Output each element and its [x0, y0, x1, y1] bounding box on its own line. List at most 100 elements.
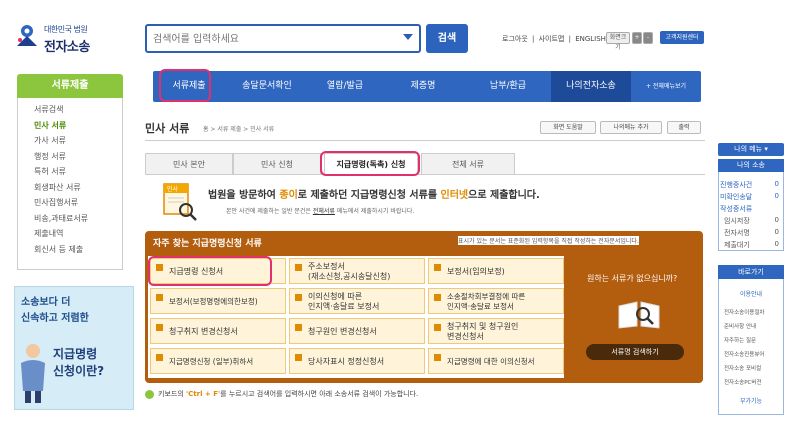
case-row-unconfirmed[interactable]: 미확인송달 0	[720, 192, 782, 202]
left-nav-item-bankruptcy[interactable]: 회생파산 서류	[34, 180, 122, 196]
edoc-icon	[156, 324, 163, 331]
page-title: 민사 서류	[145, 122, 190, 135]
nav-item-all-menu[interactable]: + 전체메뉴보기	[631, 71, 701, 102]
document-search-button[interactable]: 서류명 검색하기	[586, 344, 684, 360]
quick-link-viewer[interactable]: 전자소송진용뷰어	[724, 350, 764, 358]
left-nav-item-document-search[interactable]: 서류검색	[34, 102, 122, 118]
sitemap-link[interactable]: 사이트맵	[539, 35, 565, 43]
quick-link-prep[interactable]: 준비사항 안내	[724, 322, 756, 330]
payment-order-banner[interactable]: 소송보다 더 신속하고 저렴한 지급명령 신청이란?	[14, 286, 134, 410]
help-question: 원하는 서류가 없으십니까?	[587, 274, 678, 283]
edoc-icon	[434, 354, 441, 361]
customer-center-button[interactable]: 고객지원센터	[660, 31, 704, 44]
search-box	[145, 24, 421, 53]
font-minus-button[interactable]: -	[643, 32, 653, 44]
english-link[interactable]: ENGLISH	[575, 35, 606, 43]
search-button[interactable]: 검색	[426, 24, 468, 53]
quick-links-subtitle: 이용안내	[739, 291, 763, 298]
doc-litigation-referral-correction[interactable]: 소송절차회부결정에 따른 인지액·송달료 보정서	[428, 288, 564, 314]
doc-withdrawal[interactable]: 지급명령신청 (일부)취하서	[150, 348, 286, 374]
divider	[145, 174, 705, 175]
case-row-temp-saved[interactable]: 임시저장 0	[720, 216, 782, 226]
edoc-icon	[295, 324, 302, 331]
highlight-tab-payment-order	[320, 151, 420, 176]
notice-main-text: 법원을 방문하여 종이로 제출하던 지급명령신청 서류를 인터넷으로 제출합니다…	[208, 190, 540, 201]
doc-order-correction[interactable]: 보정서(보정명령에의한보정)	[150, 288, 286, 314]
left-nav-item-family[interactable]: 가사 서류	[34, 133, 122, 149]
case-row-e-signature[interactable]: 전자서명 0	[720, 228, 782, 238]
doc-claim-cause-change[interactable]: 청구원인 변경신청서	[289, 318, 425, 344]
nav-item-payment-refund[interactable]: 납부/환급	[465, 71, 551, 102]
banner-line1: 소송보다 더	[21, 297, 71, 308]
logo-subtitle: 대한민국 법원	[44, 25, 88, 34]
left-nav-list: 서류검색 민사 서류 가사 서류 행정 서류 특허 서류 회생파산 서류 민사집…	[17, 98, 123, 270]
tab-civil-application[interactable]: 민사 신청	[233, 153, 321, 174]
left-nav-item-non-contentious[interactable]: 비송,과태료서류	[34, 211, 122, 227]
doc-claim-purpose-cause-change[interactable]: 청구취지 및 청구원인 변경신청서	[428, 318, 564, 344]
logout-link[interactable]: 로그아웃	[502, 35, 528, 43]
person-illustration-icon	[21, 344, 45, 403]
left-nav-item-civil-execution[interactable]: 민사집행서류	[34, 195, 122, 211]
info-dot-icon	[145, 390, 154, 399]
doc-voluntary-correction[interactable]: 보정서(임의보정)	[428, 258, 564, 284]
edoc-icon	[295, 264, 302, 271]
all-documents-link[interactable]: 전체서류	[313, 208, 335, 215]
highlight-payment-order-doc	[148, 256, 272, 286]
quick-link-portal[interactable]: 전자소송 포비컬	[724, 364, 761, 372]
left-nav-item-administrative[interactable]: 행정 서류	[34, 149, 122, 165]
logo-title[interactable]: 전자소송	[44, 36, 90, 55]
nav-item-view-issue[interactable]: 열람/발급	[309, 71, 381, 102]
doc-party-correction[interactable]: 당사자표시 정정신청서	[289, 348, 425, 374]
separator: |	[568, 35, 571, 43]
search-input[interactable]	[153, 31, 393, 47]
left-nav-title[interactable]: 서류제출	[17, 74, 123, 98]
banner-title2: 신청이란?	[53, 364, 105, 378]
quick-links-title: 바로가기	[718, 265, 784, 279]
left-nav-item-submission-history[interactable]: 제출내역	[34, 226, 122, 242]
nav-item-delivery-check[interactable]: 송달문서확인	[225, 71, 309, 102]
left-nav-item-patent[interactable]: 특허 서류	[34, 164, 122, 180]
tab-civil-main[interactable]: 민사 본안	[145, 153, 233, 174]
add-my-menu-button[interactable]: 나의메뉴 추가	[600, 121, 662, 134]
main-nav: 서류제출 송달문서확인 열람/발급 제증명 납부/환급 나의전자소송 + 전체메…	[153, 71, 701, 102]
my-cases-title: 나의 소송	[718, 159, 784, 172]
my-menu-button[interactable]: 나의 메뉴 ▾	[718, 143, 784, 156]
extra-functions-subtitle: 부가기능	[739, 398, 763, 405]
edoc-icon	[156, 354, 163, 361]
doc-address-correction[interactable]: 주소보정서 (재소신청,공시송달신청)	[289, 258, 425, 284]
nav-item-certificates[interactable]: 제증명	[381, 71, 465, 102]
open-book-search-icon	[618, 301, 660, 329]
doc-objection-fee-correction[interactable]: 이의신청에 따른 인지액·송달료 보정서	[289, 288, 425, 314]
quick-link-procedure[interactable]: 전자소송이용절차	[724, 308, 764, 316]
edoc-icon	[434, 324, 441, 331]
doc-objection[interactable]: 지급명령에 대한 이의신청서	[428, 348, 564, 374]
doc-claim-purpose-change[interactable]: 청구취지 변경신청서	[150, 318, 286, 344]
print-button[interactable]: 출력	[667, 121, 701, 134]
quick-link-faq[interactable]: 자주하는 질문	[724, 336, 756, 344]
font-size-label: 화면크기	[606, 32, 630, 51]
quick-link-pc[interactable]: 전자소송PC버전	[724, 378, 762, 386]
screen-help-button[interactable]: 화면 도움말	[540, 121, 596, 134]
keyboard-hint: 키보드의 'Ctrl + F'를 누르시고 검색어를 입력하시면 아래 소송서류…	[158, 390, 419, 398]
banner-line2: 신속하고 저렴한	[21, 313, 89, 324]
case-row-in-progress[interactable]: 진행중사건 0	[720, 180, 782, 190]
left-nav-item-reply-submit[interactable]: 회신서 등 제출	[34, 242, 122, 258]
edoc-icon	[295, 354, 302, 361]
banner-title1: 지급명령	[53, 347, 98, 361]
nav-item-my-ecourt[interactable]: 나의전자소송	[551, 71, 631, 102]
case-row-drafting[interactable]: 작성중서류	[720, 204, 782, 214]
case-row-pending-submit[interactable]: 제출대기 0	[720, 240, 782, 250]
divider	[145, 140, 705, 141]
notice-sub-text: 본안 사건에 제출하는 일반 문건은 전체서류 메뉴에서 제출하시기 바랍니다.	[226, 208, 415, 215]
panel-note: 표시가 있는 문서는 표준화된 입력항목을 직접 작성하는 전자문서입니다.	[458, 236, 639, 245]
edoc-icon	[156, 294, 163, 301]
notice-icon-label: 민사	[167, 185, 179, 193]
document-search-icon: 민사	[163, 183, 197, 221]
search-dropdown-icon[interactable]	[403, 34, 413, 40]
breadcrumb: 홈 > 서류 제출 > 민사 서류	[203, 126, 275, 133]
utility-links: 로그아웃 | 사이트맵 | ENGLISH	[502, 34, 608, 44]
tab-all-documents[interactable]: 전체 서류	[421, 153, 515, 174]
court-logo-icon[interactable]	[14, 22, 40, 48]
font-plus-button[interactable]: +	[632, 32, 642, 44]
left-nav-item-civil[interactable]: 민사 서류	[34, 118, 122, 134]
